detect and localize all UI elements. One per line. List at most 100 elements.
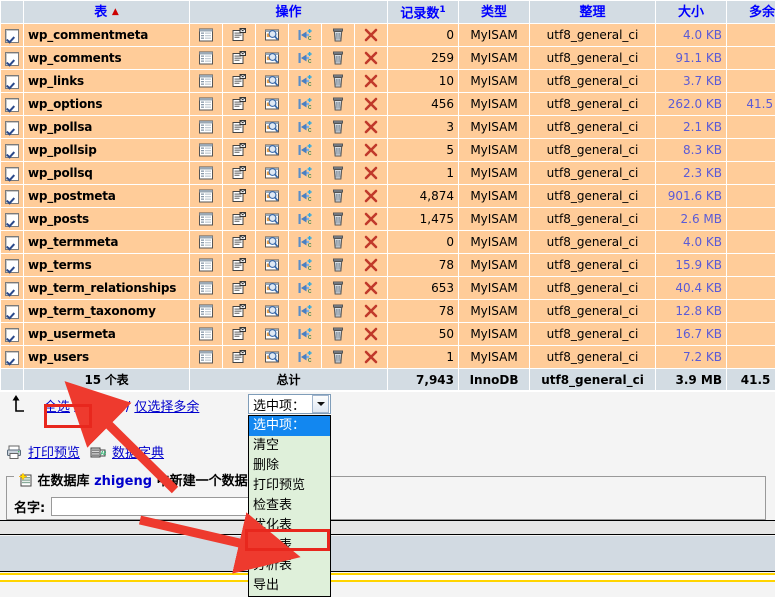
action-drop[interactable] — [355, 208, 387, 230]
row-checkbox[interactable] — [1, 208, 23, 230]
action-insert[interactable]: c — [289, 116, 321, 138]
table-name-cell[interactable]: wp_options — [24, 93, 189, 115]
th-table-name[interactable]: 表 ▲ — [24, 1, 189, 23]
action-browse[interactable] — [190, 139, 222, 161]
action-structure[interactable] — [223, 162, 255, 184]
action-insert[interactable]: c — [289, 231, 321, 253]
table-name-cell[interactable]: wp_termmeta — [24, 231, 189, 253]
with-selected-select[interactable]: 选中项： 选中项：清空删除打印预览检查表优化表修复表分析表导出 — [248, 394, 331, 414]
action-empty[interactable] — [322, 93, 354, 115]
row-checkbox[interactable] — [1, 47, 23, 69]
row-checkbox[interactable] — [1, 162, 23, 184]
action-search[interactable] — [256, 231, 288, 253]
th-type[interactable]: 类型 — [459, 1, 529, 23]
action-empty[interactable] — [322, 300, 354, 322]
action-structure[interactable] — [223, 139, 255, 161]
action-empty[interactable] — [322, 346, 354, 368]
table-name-cell[interactable]: wp_term_relationships — [24, 277, 189, 299]
with-selected-option[interactable]: 导出 — [249, 576, 330, 596]
action-empty[interactable] — [322, 47, 354, 69]
action-browse[interactable] — [190, 116, 222, 138]
action-empty[interactable] — [322, 24, 354, 46]
action-empty[interactable] — [322, 70, 354, 92]
row-checkbox[interactable] — [1, 70, 23, 92]
name-input[interactable] — [51, 497, 266, 516]
row-checkbox[interactable] — [1, 139, 23, 161]
row-checkbox[interactable] — [1, 93, 23, 115]
action-insert[interactable]: c — [289, 47, 321, 69]
with-selected-option[interactable]: 打印预览 — [249, 476, 330, 496]
action-empty[interactable] — [322, 231, 354, 253]
action-drop[interactable] — [355, 231, 387, 253]
row-checkbox[interactable] — [1, 346, 23, 368]
action-drop[interactable] — [355, 254, 387, 276]
table-name-cell[interactable]: wp_comments — [24, 47, 189, 69]
action-empty[interactable] — [322, 185, 354, 207]
action-browse[interactable] — [190, 323, 222, 345]
table-name-cell[interactable]: wp_usermeta — [24, 323, 189, 345]
row-checkbox[interactable] — [1, 300, 23, 322]
row-checkbox[interactable] — [1, 277, 23, 299]
action-browse[interactable] — [190, 47, 222, 69]
select-overhead-link[interactable]: 仅选择多余 — [134, 400, 199, 415]
action-browse[interactable] — [190, 277, 222, 299]
action-structure[interactable] — [223, 231, 255, 253]
action-structure[interactable] — [223, 185, 255, 207]
action-drop[interactable] — [355, 70, 387, 92]
action-drop[interactable] — [355, 185, 387, 207]
table-name-cell[interactable]: wp_pollsa — [24, 116, 189, 138]
th-records[interactable]: 记录数1 — [388, 1, 458, 23]
table-name-cell[interactable]: wp_pollsq — [24, 162, 189, 184]
data-dictionary-link[interactable]: 数据字典 — [112, 442, 164, 461]
action-structure[interactable] — [223, 208, 255, 230]
action-insert[interactable]: c — [289, 93, 321, 115]
action-insert[interactable]: c — [289, 323, 321, 345]
action-empty[interactable] — [322, 277, 354, 299]
action-structure[interactable] — [223, 346, 255, 368]
with-selected-option[interactable]: 删除 — [249, 456, 330, 476]
action-structure[interactable] — [223, 277, 255, 299]
table-name-cell[interactable]: wp_commentmeta — [24, 24, 189, 46]
table-name-cell[interactable]: wp_pollsip — [24, 139, 189, 161]
row-checkbox[interactable] — [1, 24, 23, 46]
action-drop[interactable] — [355, 346, 387, 368]
action-drop[interactable] — [355, 323, 387, 345]
action-browse[interactable] — [190, 70, 222, 92]
th-size[interactable]: 大小 — [656, 1, 726, 23]
action-insert[interactable]: c — [289, 346, 321, 368]
with-selected-option[interactable]: 选中项： — [249, 416, 330, 436]
action-insert[interactable]: c — [289, 70, 321, 92]
action-insert[interactable]: c — [289, 139, 321, 161]
action-insert[interactable]: c — [289, 254, 321, 276]
row-checkbox[interactable] — [1, 254, 23, 276]
with-selected-option[interactable]: 分析表 — [249, 556, 330, 576]
th-overhead[interactable]: 多余 — [727, 1, 775, 23]
action-drop[interactable] — [355, 116, 387, 138]
action-empty[interactable] — [322, 162, 354, 184]
table-name-cell[interactable]: wp_links — [24, 70, 189, 92]
action-search[interactable] — [256, 24, 288, 46]
action-search[interactable] — [256, 208, 288, 230]
action-insert[interactable]: c — [289, 24, 321, 46]
action-insert[interactable]: c — [289, 185, 321, 207]
action-search[interactable] — [256, 254, 288, 276]
action-search[interactable] — [256, 346, 288, 368]
action-search[interactable] — [256, 70, 288, 92]
action-structure[interactable] — [223, 300, 255, 322]
action-browse[interactable] — [190, 231, 222, 253]
action-structure[interactable] — [223, 70, 255, 92]
action-search[interactable] — [256, 185, 288, 207]
action-browse[interactable] — [190, 208, 222, 230]
table-name-cell[interactable]: wp_terms — [24, 254, 189, 276]
row-checkbox[interactable] — [1, 231, 23, 253]
action-search[interactable] — [256, 277, 288, 299]
action-drop[interactable] — [355, 47, 387, 69]
action-drop[interactable] — [355, 300, 387, 322]
with-selected-option[interactable]: 清空 — [249, 436, 330, 456]
row-checkbox[interactable] — [1, 185, 23, 207]
print-view-link[interactable]: 打印预览 — [28, 442, 80, 461]
row-checkbox[interactable] — [1, 116, 23, 138]
action-insert[interactable]: c — [289, 208, 321, 230]
action-search[interactable] — [256, 139, 288, 161]
action-drop[interactable] — [355, 139, 387, 161]
